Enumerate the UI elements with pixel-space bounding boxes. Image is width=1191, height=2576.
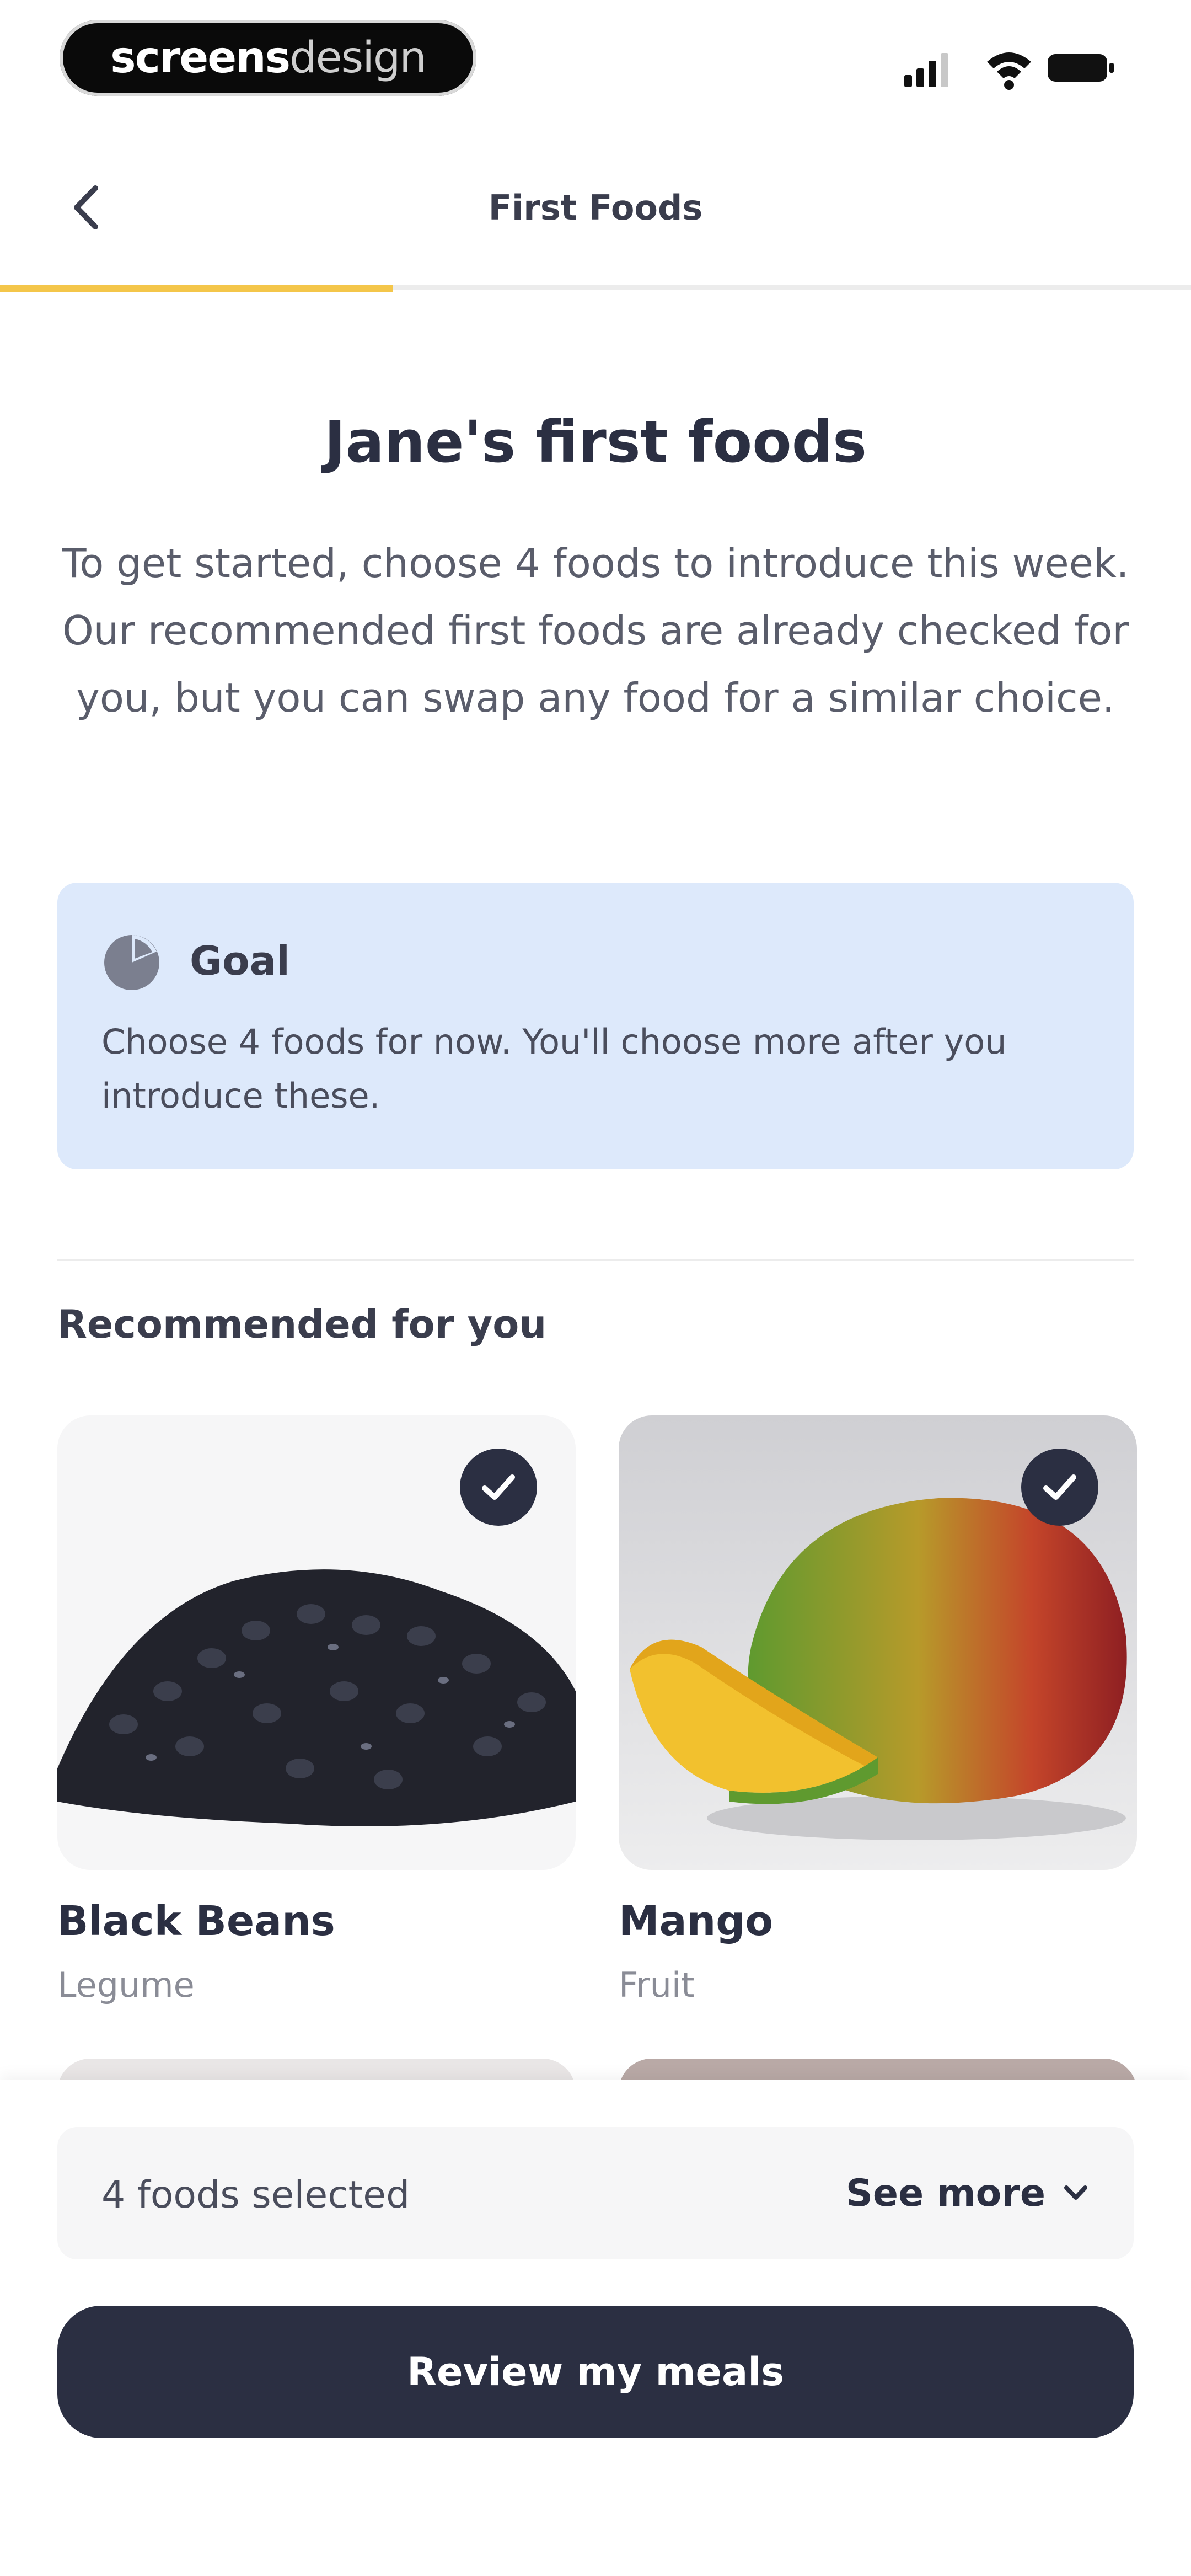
brand-logo-bold: screens (110, 33, 291, 83)
status-icons (904, 52, 1114, 90)
see-more-button[interactable]: See more (846, 2166, 1090, 2221)
pie-chart-icon (104, 935, 159, 990)
food-name: Mango (619, 1898, 774, 1945)
food-card-mango[interactable] (619, 1415, 1137, 1870)
food-name: Black Beans (57, 1898, 335, 1945)
wifi-icon (987, 52, 1031, 90)
selected-check-badge[interactable] (1021, 1449, 1098, 1526)
food-card-black-beans[interactable] (57, 1415, 576, 1870)
food-category: Legume (57, 1965, 195, 2005)
selected-count: 4 foods selected (101, 2173, 410, 2217)
checkmark-icon (482, 1474, 515, 1500)
intro-text: To get started, choose 4 foods to introd… (62, 540, 1129, 721)
goal-label: Goal (190, 938, 290, 984)
selected-check-badge[interactable] (460, 1449, 537, 1526)
battery-icon (1048, 54, 1114, 82)
page-title: Jane's first foods (324, 408, 867, 475)
bottom-sheet: 4 foods selected See more Review my meal… (0, 2080, 1191, 2576)
see-more-label: See more (845, 2171, 1045, 2215)
brand-logo-light: design (289, 33, 427, 83)
brand-logo: screens design (60, 20, 476, 96)
divider (57, 1259, 1134, 1261)
signal-icon (904, 53, 948, 87)
review-meals-button[interactable]: Review my meals (57, 2306, 1134, 2438)
selection-summary: 4 foods selected See more (57, 2127, 1134, 2259)
progress-fill (0, 285, 393, 292)
section-label: Recommended for you (57, 1302, 547, 1347)
goal-text: Choose 4 foods for now. You'll choose mo… (101, 1022, 1007, 1116)
goal-card: Goal Choose 4 foods for now. You'll choo… (57, 883, 1134, 1169)
food-category: Fruit (619, 1965, 695, 2005)
checkmark-icon (1043, 1474, 1076, 1500)
header-title: First Foods (488, 188, 703, 228)
chevron-down-icon (1064, 2185, 1087, 2200)
